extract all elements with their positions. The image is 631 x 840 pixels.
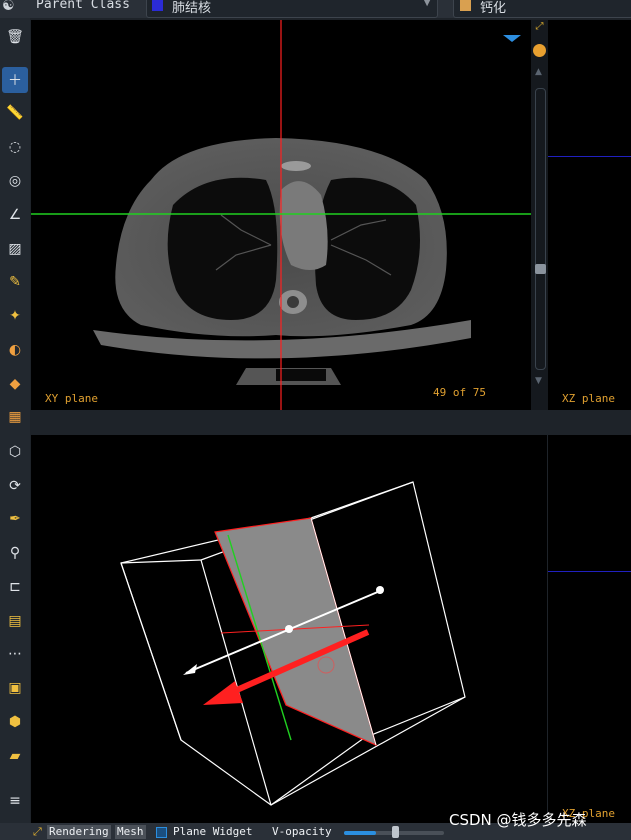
xy-plane-label: XY plane (45, 392, 98, 405)
scroll-down-icon[interactable]: ▼ (535, 376, 542, 386)
ruler-icon[interactable]: 📏 (2, 100, 28, 126)
xy-plane-viewport[interactable]: XY plane 49 of 75 (31, 20, 531, 410)
top-bar: ☯ Parent Class 肺结核 ▼ 钙化 (0, 0, 631, 18)
class-color-swatch (460, 0, 471, 11)
viewport-splitter[interactable] (31, 410, 631, 435)
app-logo-icon: ☯ (2, 0, 15, 14)
lasso-icon[interactable]: ⟳ (2, 473, 28, 499)
slice-scrollbar[interactable]: ⤢ ▲ ▼ (531, 20, 548, 410)
crosshair-line (548, 571, 631, 572)
xz-plane-viewport-bottom[interactable]: XZ plane (548, 435, 631, 823)
ellipse-icon[interactable]: ◌ (2, 134, 28, 160)
chevron-down-icon: ▼ (423, 0, 431, 8)
fill-icon[interactable]: ◆ (2, 371, 28, 397)
pen-icon[interactable]: ✒ (2, 506, 28, 532)
circle-target-icon[interactable]: ◎ (2, 168, 28, 194)
image-edit-icon[interactable]: ▦ (2, 404, 28, 430)
paint-icon[interactable]: ✦ (2, 303, 28, 329)
scroll-thumb[interactable] (535, 264, 546, 274)
class-dropdown-2-value: 钙化 (480, 1, 507, 16)
class-dropdown-1-value: 肺结核 (172, 1, 212, 16)
brush-icon[interactable]: ◐ (2, 337, 28, 363)
left-toolbar: 🗑 ＋ 📏 ◌ ◎ ∠ ▨ ✎ ✦ ◐ ◆ ▦ ⬡ ⟳ ✒ ⚲ ⊏ ▤ ⋯ ▣ … (0, 18, 30, 840)
xz-plane-label: XZ plane (562, 392, 615, 405)
crosshair-icon[interactable]: ＋ (2, 67, 28, 93)
volume-plane-widget (120, 481, 466, 806)
angle-icon[interactable]: ∠ (2, 202, 28, 228)
copy-icon[interactable]: ▣ (2, 675, 28, 701)
mesh-tab[interactable]: Mesh (115, 825, 146, 839)
eraser-icon[interactable]: ✎ (2, 269, 28, 295)
rendering-tab[interactable]: Rendering (47, 825, 111, 839)
cube-icon[interactable]: ⬢ (2, 709, 28, 735)
parent-class-label: Parent Class (36, 0, 130, 12)
menu-icon[interactable]: ≡ (2, 788, 28, 814)
class-color-swatch (152, 0, 163, 11)
expand-icon[interactable]: ⤢ (532, 21, 547, 36)
layers-icon[interactable]: ▤ (2, 608, 28, 634)
image-icon[interactable]: ▨ (2, 236, 28, 262)
watermark: CSDN @钱多多先森 (449, 811, 587, 829)
scroll-track[interactable] (535, 88, 546, 370)
class-dropdown-2[interactable]: 钙化 (453, 0, 631, 18)
v-opacity-slider-thumb[interactable] (392, 826, 399, 838)
v-opacity-label: V-opacity (272, 825, 332, 838)
split-icon[interactable]: ⋯ (2, 641, 28, 667)
polygon-icon[interactable]: ⬡ (2, 439, 28, 465)
crop-icon[interactable]: ⊏ (2, 574, 28, 600)
plane-widget-label: Plane Widget (173, 825, 253, 838)
3d-rendering-viewport[interactable] (31, 435, 547, 823)
rendering-icon: ⤢ (33, 825, 42, 838)
xz-plane-viewport-top[interactable]: XZ plane (548, 20, 631, 410)
plane-widget-checkbox[interactable] (156, 827, 167, 838)
class-dropdown-1[interactable]: 肺结核 ▼ (146, 0, 438, 18)
ct-slice-image (31, 20, 531, 410)
play-icon[interactable] (533, 44, 546, 57)
crosshair-line (548, 156, 631, 157)
scroll-up-icon[interactable]: ▲ (535, 67, 542, 77)
pin-icon[interactable]: ⚲ (2, 540, 28, 566)
slice-counter: 49 of 75 (433, 386, 486, 399)
folder-icon[interactable]: ▰ (2, 743, 28, 769)
delete-icon[interactable]: 🗑 (2, 24, 28, 50)
